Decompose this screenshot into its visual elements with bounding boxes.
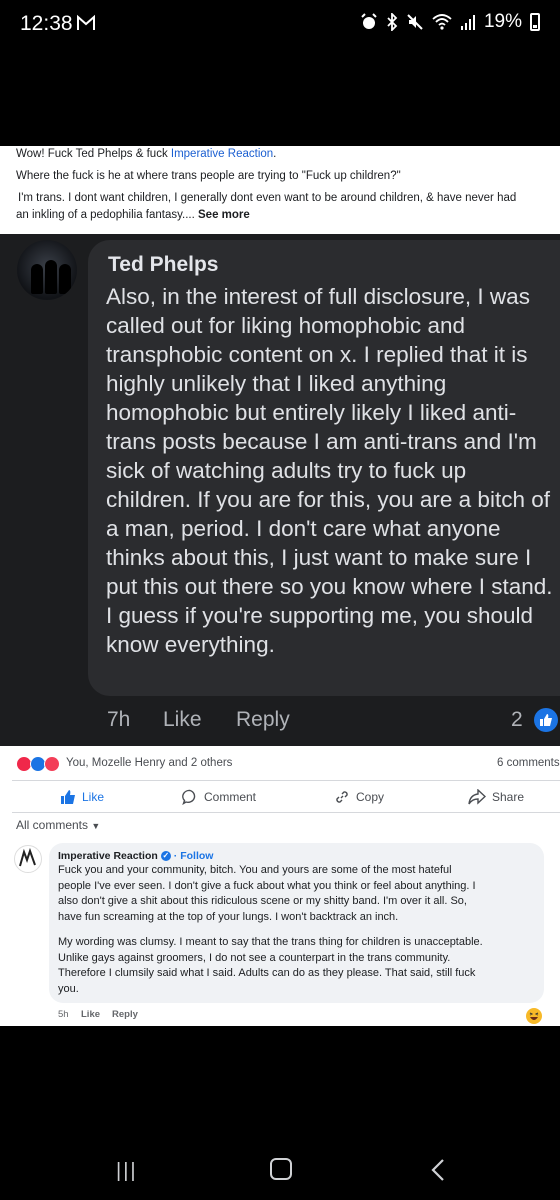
back-button[interactable] bbox=[430, 1158, 446, 1182]
comment-text: Also, in the interest of full disclosure… bbox=[106, 284, 553, 657]
post-line-1-end: . bbox=[273, 148, 277, 160]
link-icon bbox=[336, 791, 348, 803]
comment-line: also don't give a shit about this ridicu… bbox=[58, 895, 467, 907]
comment-line: Therefore I clumsily said what I said. A… bbox=[58, 967, 476, 979]
comment-filter-dropdown[interactable]: All comments ▼ bbox=[16, 818, 100, 832]
divider bbox=[12, 780, 560, 781]
comment-like-link[interactable]: Like bbox=[81, 1009, 100, 1020]
share-label: Share bbox=[492, 790, 525, 804]
reactions-row[interactable]: You, Mozelle Henry and 2 others 6 commen… bbox=[0, 756, 560, 776]
post-footer: You, Mozelle Henry and 2 others 6 commen… bbox=[0, 746, 560, 1026]
see-more-link[interactable]: See more bbox=[198, 209, 250, 221]
comment-paragraph-1: Fuck you and your community, bitch. You … bbox=[58, 863, 538, 925]
signal-icon bbox=[460, 15, 475, 30]
post-text: Wow! Fuck Ted Phelps & fuck Imperative R… bbox=[0, 146, 560, 234]
like-label: Like bbox=[82, 790, 105, 804]
comment-line: Unlike gays against groomers, I do not s… bbox=[58, 951, 451, 964]
avatar[interactable] bbox=[14, 845, 42, 873]
comment-label: Comment bbox=[204, 790, 257, 804]
gmail-icon bbox=[77, 14, 95, 30]
like-count: 2 bbox=[511, 708, 523, 731]
like-badge-icon bbox=[534, 708, 558, 732]
post-line-4: an inkling of a pedophilia fantasy.... S… bbox=[16, 209, 250, 221]
bluetooth-icon bbox=[387, 13, 398, 31]
post-line-1: Wow! Fuck Ted Phelps & fuck Imperative R… bbox=[16, 148, 276, 160]
wifi-icon bbox=[432, 14, 452, 30]
comment-author: Ted Phelps bbox=[108, 253, 219, 276]
alarm-icon bbox=[361, 13, 377, 29]
haha-reaction-icon[interactable] bbox=[526, 1008, 542, 1024]
all-comments-label: All comments bbox=[16, 818, 89, 832]
status-bar: 12:38 19% bbox=[0, 0, 560, 50]
comment-author[interactable]: Imperative Reaction bbox=[58, 850, 158, 862]
reaction-summary: You, Mozelle Henry and 2 others bbox=[66, 757, 233, 769]
comment-author-row: Imperative Reaction ✓ · Follow bbox=[58, 850, 213, 862]
page-link[interactable]: Imperative Reaction bbox=[171, 148, 273, 160]
comment-count[interactable]: 6 comments bbox=[497, 757, 560, 769]
comment-line: Fuck you and your community, bitch. You … bbox=[58, 864, 452, 876]
comment-icon bbox=[182, 789, 196, 805]
thumbs-up-icon bbox=[61, 790, 75, 804]
like-link[interactable]: Like bbox=[163, 708, 202, 732]
share-button[interactable]: Share bbox=[468, 789, 524, 805]
mute-icon bbox=[407, 14, 423, 30]
post-line-1-text: Wow! Fuck Ted Phelps & fuck bbox=[16, 148, 171, 160]
comment-button[interactable]: Comment bbox=[182, 789, 256, 805]
share-icon bbox=[468, 789, 486, 805]
follow-button[interactable]: · Follow bbox=[174, 850, 214, 862]
comment-line: have fun screaming at the top of your lu… bbox=[58, 910, 399, 923]
comment-line: you. bbox=[58, 982, 79, 995]
battery-icon bbox=[530, 13, 540, 31]
post-line-4-text: an inkling of a pedophilia fantasy.... bbox=[16, 209, 195, 221]
avatar bbox=[17, 240, 77, 300]
love-reaction-icon bbox=[44, 756, 60, 772]
caret-down-icon: ▼ bbox=[91, 821, 101, 831]
copy-label: Copy bbox=[356, 790, 385, 804]
clock: 12:38 bbox=[20, 12, 73, 35]
battery-percent: 19% bbox=[483, 11, 522, 32]
recent-apps-button[interactable]: ||| bbox=[116, 1160, 138, 1183]
home-button[interactable] bbox=[270, 1158, 292, 1180]
post-line-2: Where the fuck is he at where trans peop… bbox=[16, 170, 401, 182]
navigation-bar: ||| bbox=[0, 1130, 560, 1200]
like-button[interactable]: Like bbox=[60, 789, 104, 805]
reply-link[interactable]: Reply bbox=[236, 708, 290, 732]
post-line-3: I'm trans. I dont want children, I gener… bbox=[18, 192, 517, 204]
divider bbox=[12, 812, 560, 813]
comment-paragraph-2: My wording was clumsy. I meant to say th… bbox=[58, 935, 538, 997]
comment-line: My wording was clumsy. I meant to say th… bbox=[58, 936, 483, 948]
comment-time: 7h bbox=[107, 708, 131, 731]
comment-line: people I've ever seen. I don't give a fu… bbox=[58, 879, 476, 892]
verified-badge-icon: ✓ bbox=[160, 851, 171, 861]
comment-time: 5h bbox=[58, 1009, 69, 1020]
copy-button[interactable]: Copy bbox=[334, 789, 384, 805]
comment-reply-link[interactable]: Reply bbox=[112, 1009, 138, 1020]
system-icons: 19% bbox=[360, 11, 540, 33]
